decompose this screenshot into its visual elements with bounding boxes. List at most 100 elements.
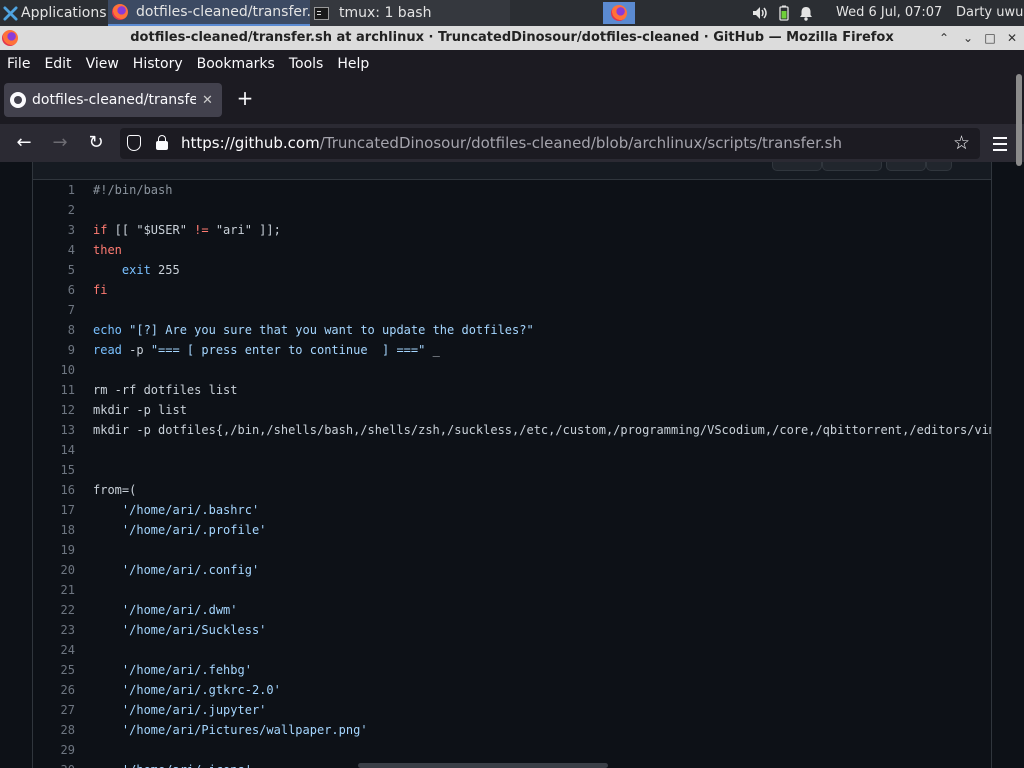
taskbar-item-firefox[interactable]: dotfiles-cleaned/transfer...: [108, 0, 310, 26]
notification-bell-icon[interactable]: [799, 6, 813, 21]
code-line: 18 '/home/ari/.profile': [33, 520, 991, 540]
code-lines: 1 #!/bin/bash 2 3 if [[ "$USER" != "ari" ]];…: [33, 180, 992, 768]
url-text[interactable]: https://github.com/TruncatedDinosour/dot…: [181, 128, 842, 159]
taskbar-item-label: dotfiles-cleaned/transfer...: [136, 4, 310, 20]
line-number[interactable]: 23: [33, 620, 75, 640]
code-token: "=== [ press enter to continue ] ===": [150, 343, 426, 357]
code-text: '/home/ari/.fehbg': [75, 660, 252, 680]
edit-icon[interactable]: [886, 162, 926, 171]
blame-button[interactable]: [822, 162, 882, 171]
raw-button[interactable]: [772, 162, 822, 171]
window-restore-button[interactable]: ⌄: [958, 26, 978, 50]
code-line: 21: [33, 580, 991, 600]
line-number[interactable]: 6: [33, 280, 75, 300]
window-minimize-button[interactable]: ⌃: [934, 26, 954, 50]
line-number[interactable]: 27: [33, 700, 75, 720]
line-number[interactable]: 28: [33, 720, 75, 740]
url-bar[interactable]: https://github.com/TruncatedDinosour/dot…: [120, 128, 980, 159]
page-scrollbar[interactable]: [1016, 74, 1022, 166]
line-number[interactable]: 11: [33, 380, 75, 400]
code-token: "ari" ]];: [208, 223, 281, 237]
line-number[interactable]: 18: [33, 520, 75, 540]
back-button[interactable]: ←: [10, 129, 38, 157]
code-line: 14: [33, 440, 991, 460]
menu-edit[interactable]: Edit: [44, 56, 71, 72]
line-number[interactable]: 20: [33, 560, 75, 580]
workspace-switcher[interactable]: [603, 2, 635, 24]
panel-clock[interactable]: Wed 6 Jul, 07:07: [836, 0, 942, 26]
line-number[interactable]: 8: [33, 320, 75, 340]
url-path: /TruncatedDinosour/dotfiles-cleaned/blob…: [319, 134, 842, 152]
navigation-bar: ← → ↻ https://github.com/TruncatedDinoso…: [0, 124, 1024, 162]
line-number[interactable]: 3: [33, 220, 75, 240]
code-line: 3 if [[ "$USER" != "ari" ]];: [33, 220, 991, 240]
reload-button[interactable]: ↻: [82, 129, 110, 157]
code-text: mkdir -p list: [75, 400, 187, 420]
line-number[interactable]: 7: [33, 300, 75, 320]
taskbar-item-terminal[interactable]: tmux: 1 bash: [310, 0, 510, 26]
line-number[interactable]: 21: [33, 580, 75, 600]
line-number[interactable]: 15: [33, 460, 75, 480]
code-token: mkdir -p list: [93, 403, 187, 417]
code-text: if [[ "$USER" != "ari" ]];: [75, 220, 281, 240]
line-number[interactable]: 13: [33, 420, 75, 440]
tracking-protection-shield-icon[interactable]: [127, 135, 141, 151]
code-line: 2: [33, 200, 991, 220]
line-number[interactable]: 4: [33, 240, 75, 260]
line-number[interactable]: 14: [33, 440, 75, 460]
menu-help[interactable]: Help: [337, 56, 369, 72]
line-number[interactable]: 29: [33, 740, 75, 760]
line-number[interactable]: 5: [33, 260, 75, 280]
applications-menu-button[interactable]: Applications: [0, 0, 108, 26]
code-token: '/home/ari/.profile': [121, 523, 267, 537]
line-number[interactable]: 9: [33, 340, 75, 360]
horizontal-scrollbar[interactable]: [358, 763, 608, 768]
menu-view[interactable]: View: [86, 56, 119, 72]
line-number[interactable]: 24: [33, 640, 75, 660]
tab-transfer-sh[interactable]: dotfiles-cleaned/transfer.sh ✕: [4, 83, 222, 117]
volume-icon[interactable]: [752, 6, 769, 20]
tab-close-icon[interactable]: ✕: [202, 93, 213, 108]
line-number[interactable]: 2: [33, 200, 75, 220]
line-number[interactable]: 19: [33, 540, 75, 560]
line-number[interactable]: 1: [33, 180, 75, 200]
tab-label: dotfiles-cleaned/transfer.sh: [32, 92, 196, 108]
code-line: 29: [33, 740, 991, 760]
code-text: then: [75, 240, 122, 260]
code-token: mkdir -p dotfiles{,/bin,/shells/bash,/sh…: [93, 423, 992, 437]
panel-user-name[interactable]: Darty uwu: [956, 0, 1023, 26]
line-number[interactable]: 26: [33, 680, 75, 700]
menu-history[interactable]: History: [133, 56, 183, 72]
new-tab-button[interactable]: +: [234, 88, 256, 110]
hamburger-menu-icon[interactable]: [988, 129, 1012, 157]
lock-icon[interactable]: [156, 135, 168, 150]
line-number[interactable]: 30: [33, 760, 75, 768]
taskbar-item-label: tmux: 1 bash: [339, 5, 432, 21]
forward-button[interactable]: →: [46, 129, 74, 157]
line-number[interactable]: 25: [33, 660, 75, 680]
more-icon[interactable]: [926, 162, 952, 171]
battery-icon[interactable]: [779, 5, 789, 21]
menu-tools[interactable]: Tools: [289, 56, 324, 72]
menu-file[interactable]: File: [7, 56, 30, 72]
menu-bookmarks[interactable]: Bookmarks: [197, 56, 275, 72]
line-number[interactable]: 10: [33, 360, 75, 380]
code-token: '/home/ari/.bashrc': [121, 503, 260, 517]
line-number[interactable]: 12: [33, 400, 75, 420]
code-text: '/home/ari/Pictures/wallpaper.png': [75, 720, 368, 740]
line-number[interactable]: 16: [33, 480, 75, 500]
window-close-button[interactable]: ✕: [1002, 26, 1022, 50]
window-titlebar[interactable]: dotfiles-cleaned/transfer.sh at archlinu…: [0, 26, 1024, 50]
line-number[interactable]: 22: [33, 600, 75, 620]
code-viewer: 1 #!/bin/bash 2 3 if [[ "$USER" != "ari" ]];…: [32, 162, 992, 768]
bookmark-star-icon[interactable]: ☆: [953, 128, 970, 159]
line-number[interactable]: 17: [33, 500, 75, 520]
code-text: '/home/ari/.jupyter': [75, 700, 267, 720]
window-maximize-button[interactable]: □: [980, 26, 1000, 50]
